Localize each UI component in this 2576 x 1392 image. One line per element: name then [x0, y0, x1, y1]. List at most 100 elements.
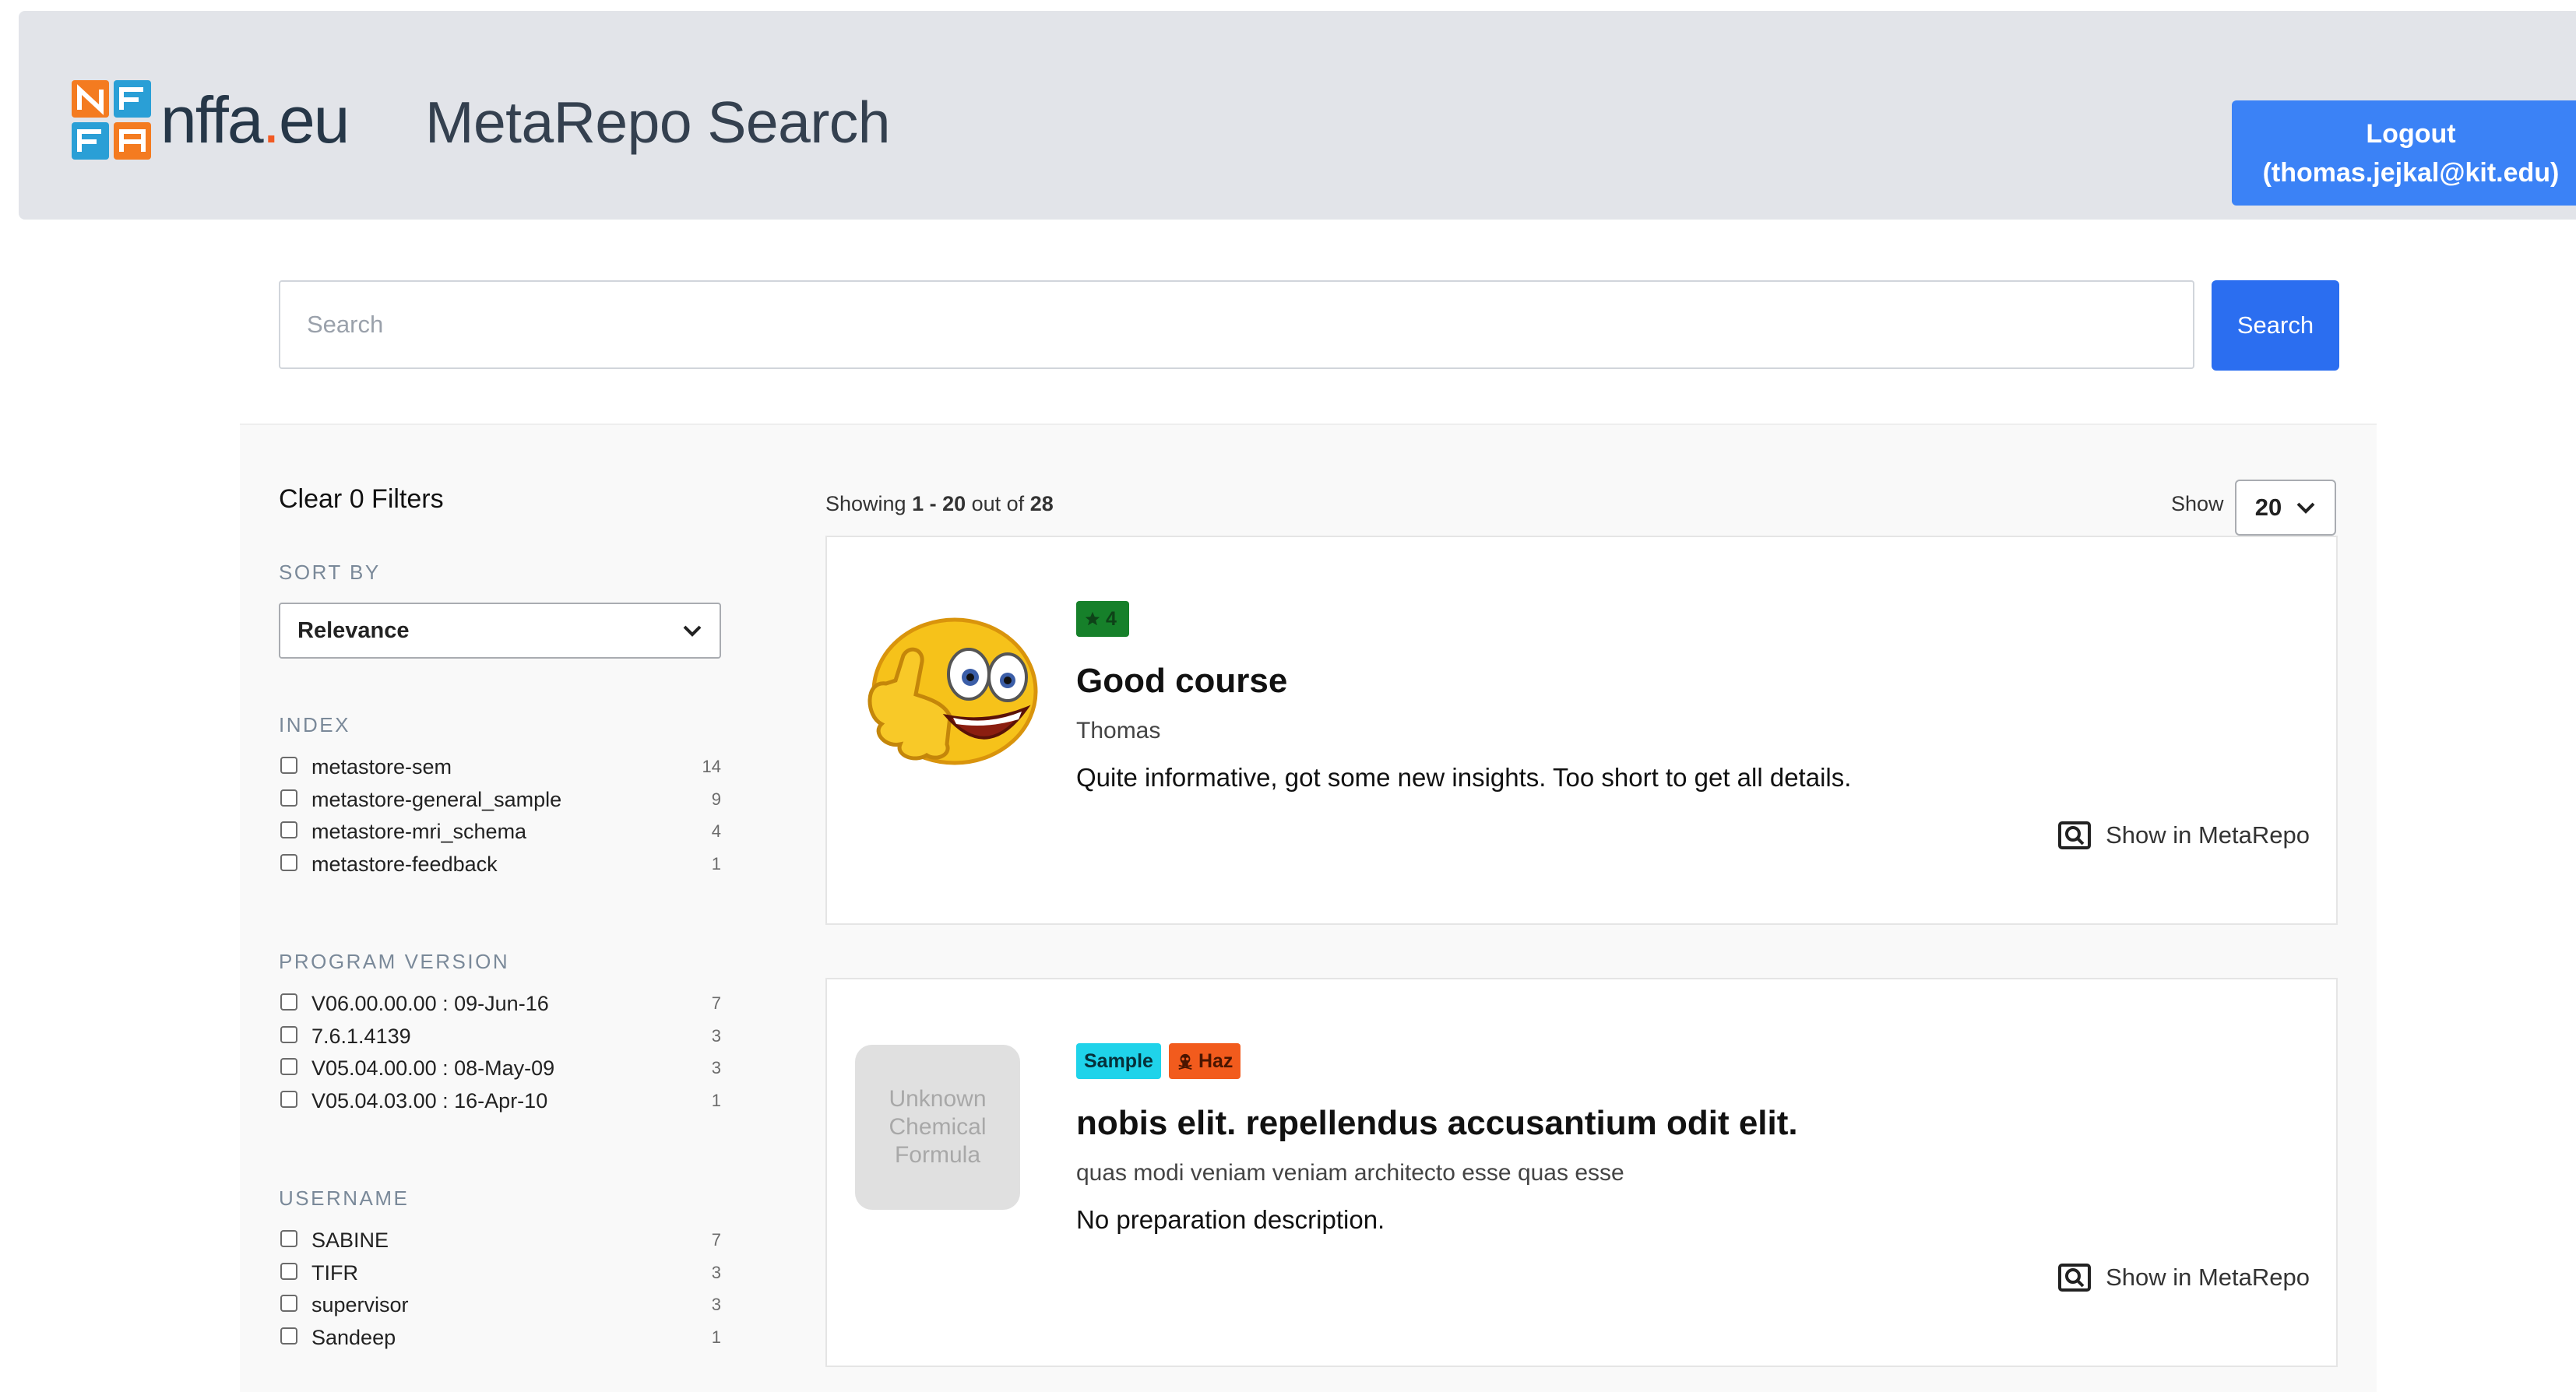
facet-checkbox[interactable]: [280, 1025, 297, 1043]
facet-label: SABINE: [311, 1229, 389, 1252]
page-size-label: Show: [2171, 492, 2224, 515]
facet-item[interactable]: metastore-sem 14: [279, 752, 721, 785]
facet-count: 1: [711, 854, 721, 874]
facet-checkbox[interactable]: [280, 993, 297, 1011]
star-icon: [1085, 611, 1100, 626]
facet-label: V06.00.00.00 : 09-Jun-16: [311, 992, 549, 1015]
facet-count: 3: [711, 1262, 721, 1282]
facet-item[interactable]: TIFR 3: [279, 1258, 721, 1291]
facet-list-username: SABINE 7 TIFR 3 supervisor 3 Sandeep 1: [279, 1225, 721, 1355]
facet-label: TIFR: [311, 1260, 358, 1285]
facet-label: metastore-general_sample: [311, 787, 562, 811]
logo-wordmark: nffa.eu: [160, 83, 350, 156]
facet-count: 1: [711, 1327, 721, 1348]
facet-title-index: INDEX: [279, 713, 350, 736]
thumbs-up-smiley-icon: [867, 617, 1038, 765]
show-in-metarepo-label: Show in MetaRepo: [2106, 821, 2310, 849]
facet-count: 3: [711, 1295, 721, 1315]
result-description: Quite informative, got some new insights…: [1076, 763, 1852, 792]
result-card: 4 Good course Thomas Quite informative, …: [825, 536, 2338, 925]
page-size-value: 20: [2254, 494, 2282, 521]
results-total: 28: [1029, 492, 1054, 515]
show-in-metarepo-link[interactable]: Show in MetaRepo: [2057, 1263, 2310, 1292]
logout-user-email: (thomas.jejkal@kit.edu): [2262, 157, 2560, 188]
facet-item[interactable]: metastore-mri_schema 4: [279, 817, 721, 849]
sort-by-select[interactable]: Relevance: [279, 603, 721, 659]
facet-label: 7.6.1.4139: [311, 1024, 411, 1048]
facet-checkbox[interactable]: [280, 789, 297, 807]
facet-count: 9: [711, 789, 721, 809]
nffa-logo-icon: [72, 80, 151, 160]
unknown-formula-thumbnail: Unknown Chemical Formula: [855, 1045, 1020, 1210]
facet-label: Sandeep: [311, 1326, 396, 1350]
facet-checkbox[interactable]: [280, 1295, 297, 1313]
result-subtitle: quas modi veniam veniam architecto esse …: [1076, 1160, 1624, 1186]
facet-item[interactable]: metastore-feedback 1: [279, 849, 721, 882]
result-badges: 4: [1076, 601, 1129, 637]
facet-item[interactable]: V06.00.00.00 : 09-Jun-16 7: [279, 989, 721, 1021]
logout-button[interactable]: Logout (thomas.jejkal@kit.edu): [2232, 100, 2576, 206]
results-summary: Showing 1 - 20 out of 28: [825, 492, 1054, 515]
facet-item[interactable]: Sandeep 1: [279, 1323, 721, 1355]
clear-filters-link[interactable]: Clear 0 Filters: [279, 484, 444, 515]
results-area: Clear 0 Filters SORT BY Relevance INDEX …: [240, 424, 2377, 1392]
facet-checkbox[interactable]: [280, 1327, 297, 1345]
page-size-select[interactable]: 20: [2235, 480, 2336, 536]
facet-label: supervisor: [311, 1293, 409, 1317]
facet-count: 4: [711, 821, 721, 842]
hazard-label: Haz: [1198, 1049, 1233, 1072]
facet-label: V05.04.03.00 : 16-Apr-10: [311, 1089, 548, 1113]
facet-list-index: metastore-sem 14 metastore-general_sample…: [279, 752, 721, 882]
facet-title-username: USERNAME: [279, 1186, 410, 1210]
result-description: No preparation description.: [1076, 1205, 1385, 1234]
result-card: Unknown Chemical Formula Sample Haz nobi…: [825, 978, 2338, 1367]
chevron-down-icon: [2296, 502, 2315, 514]
facet-checkbox[interactable]: [280, 854, 297, 872]
facet-label: V05.04.00.00 : 08-May-09: [311, 1056, 555, 1081]
facet-label: metastore-sem: [311, 755, 452, 779]
rating-value: 4: [1106, 607, 1117, 630]
sort-by-title: SORT BY: [279, 561, 381, 584]
facet-title-program-version: PROGRAM VERSION: [279, 950, 510, 973]
facet-count: 14: [702, 757, 721, 776]
hazard-badge: Haz: [1168, 1043, 1241, 1079]
facet-count: 7: [711, 1230, 721, 1250]
facet-checkbox[interactable]: [280, 821, 297, 839]
search-button[interactable]: Search: [2212, 280, 2339, 371]
nffa-logo[interactable]: nffa.eu: [70, 73, 358, 167]
sample-badge: Sample: [1076, 1043, 1161, 1079]
facet-checkbox[interactable]: [280, 1091, 297, 1109]
show-in-metarepo-label: Show in MetaRepo: [2106, 1264, 2310, 1291]
facet-item[interactable]: metastore-general_sample 9: [279, 785, 721, 817]
rating-badge: 4: [1076, 601, 1129, 637]
sort-by-value: Relevance: [297, 617, 410, 643]
facet-checkbox[interactable]: [280, 1262, 297, 1280]
facet-checkbox[interactable]: [280, 757, 297, 774]
facet-item[interactable]: 7.6.1.4139 3: [279, 1021, 721, 1054]
chevron-down-icon: [683, 625, 702, 637]
facet-label: metastore-feedback: [311, 852, 498, 877]
search-document-icon: [2058, 821, 2092, 849]
facet-count: 7: [711, 993, 721, 1013]
facet-item[interactable]: V05.04.03.00 : 16-Apr-10 1: [279, 1086, 721, 1119]
search-document-icon: [2058, 1264, 2092, 1292]
result-title[interactable]: nobis elit. repellendus accusantium odit…: [1076, 1104, 1798, 1143]
facet-count: 3: [711, 1058, 721, 1078]
facet-label: metastore-mri_schema: [311, 820, 527, 844]
page-title: MetaRepo Search: [425, 90, 891, 155]
result-title[interactable]: Good course: [1076, 662, 1287, 701]
results-range: 1 - 20: [912, 492, 966, 515]
search-input[interactable]: [279, 280, 2194, 369]
facet-checkbox[interactable]: [280, 1230, 297, 1247]
facet-item[interactable]: V05.04.00.00 : 08-May-09 3: [279, 1053, 721, 1086]
result-badges: Sample Haz: [1076, 1043, 1241, 1079]
facet-item[interactable]: supervisor 3: [279, 1290, 721, 1323]
facet-item[interactable]: SABINE 7: [279, 1225, 721, 1258]
logout-label: Logout: [2366, 118, 2456, 149]
skull-icon: [1178, 1053, 1192, 1070]
top-header: nffa.eu MetaRepo Search Logout (thomas.j…: [19, 11, 2576, 220]
facet-count: 3: [711, 1025, 721, 1046]
facet-checkbox[interactable]: [280, 1058, 297, 1076]
facet-count: 1: [711, 1091, 721, 1111]
show-in-metarepo-link[interactable]: Show in MetaRepo: [2057, 821, 2310, 850]
